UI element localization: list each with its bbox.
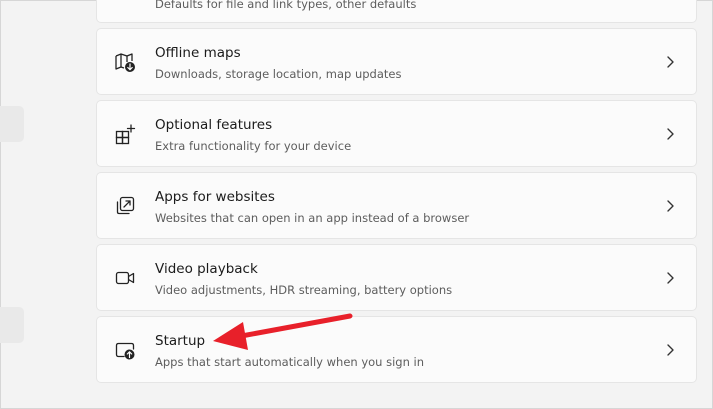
settings-card-apps-for-websites[interactable]: Apps for websites Websites that can open… [96,172,697,239]
chevron-right-icon [664,127,676,141]
settings-card-optional-features[interactable]: Optional features Extra functionality fo… [96,100,697,167]
settings-card-video-playback[interactable]: Video playback Video adjustments, HDR st… [96,244,697,311]
chevron-right-icon [664,55,676,69]
chevron-right-icon [664,343,676,357]
card-title: Offline maps [155,45,241,61]
card-description: Downloads, storage location, map updates [155,67,402,81]
settings-card-default-apps[interactable]: Defaults for file and link types, other … [96,0,697,23]
card-description: Websites that can open in an app instead… [155,211,470,225]
card-title: Video playback [155,261,258,277]
chevron-right-icon [664,271,676,285]
video-camera-icon [114,267,136,289]
settings-card-offline-maps[interactable]: Offline maps Downloads, storage location… [96,28,697,95]
open-external-icon [114,195,136,217]
nav-item-partial[interactable] [0,307,24,343]
chevron-right-icon [664,199,676,213]
card-title: Startup [155,333,206,349]
card-description: Defaults for file and link types, other … [155,0,417,11]
card-description: Extra functionality for your device [155,139,352,153]
nav-item-partial[interactable] [0,106,24,142]
card-title: Apps for websites [155,189,275,205]
map-download-icon [114,51,136,73]
add-features-icon [114,123,136,145]
card-description: Apps that start automatically when you s… [155,355,425,369]
card-description: Video adjustments, HDR streaming, batter… [155,283,453,297]
card-title: Optional features [155,117,273,133]
startup-icon [114,339,136,361]
settings-card-startup[interactable]: Startup Apps that start automatically wh… [96,316,697,383]
